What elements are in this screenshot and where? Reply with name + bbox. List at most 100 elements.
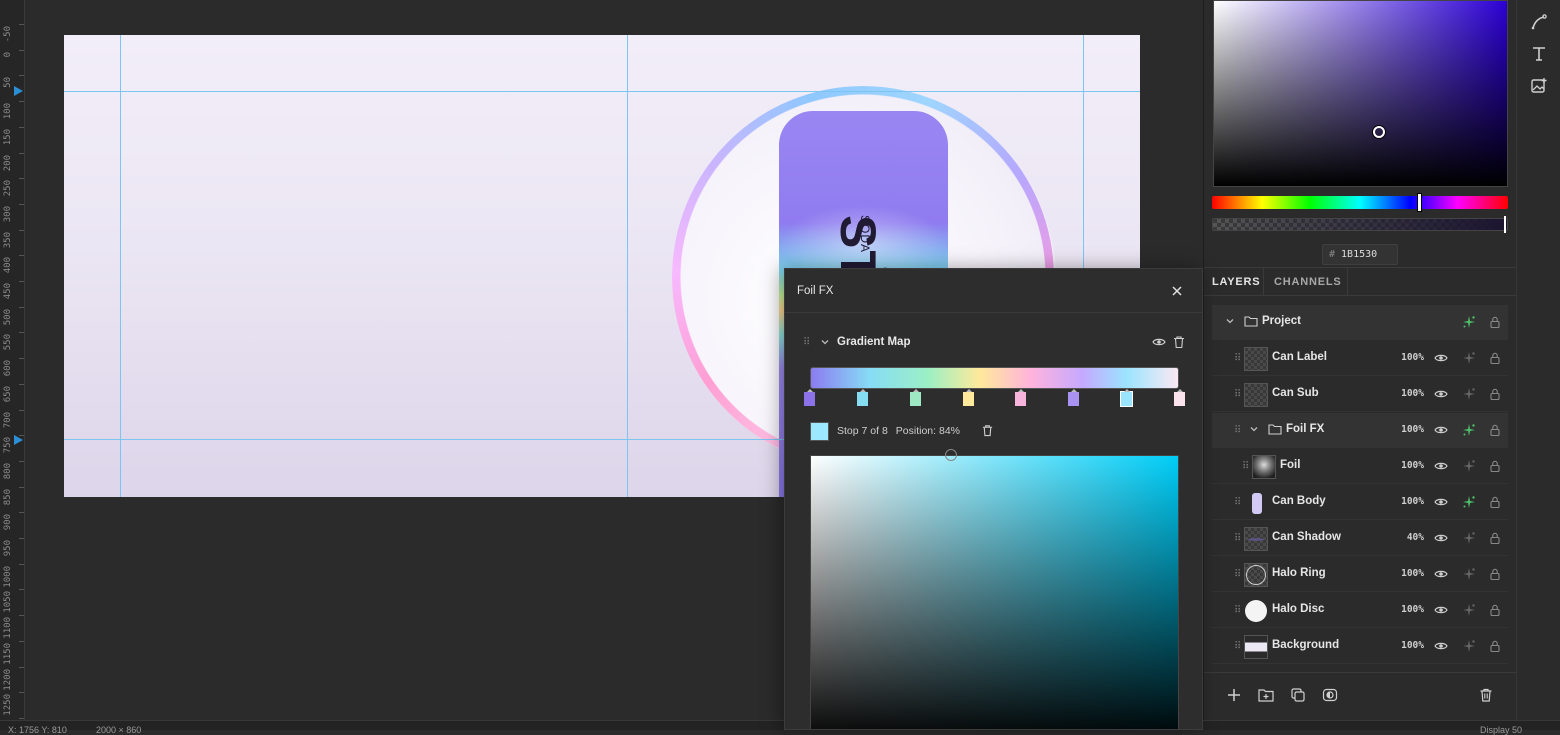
layer-opacity[interactable]: 100% xyxy=(1390,352,1424,363)
fx-icon[interactable] xyxy=(1462,603,1476,617)
chevron-down-icon[interactable] xyxy=(1248,423,1260,435)
drag-handle-icon[interactable]: ⠿ xyxy=(1234,497,1240,508)
drag-handle-icon[interactable]: ⠿ xyxy=(1234,533,1240,544)
layer-opacity[interactable]: 100% xyxy=(1390,460,1424,471)
lock-icon[interactable] xyxy=(1488,351,1502,365)
delete-icon[interactable] xyxy=(1478,687,1494,703)
lock-icon[interactable] xyxy=(1488,531,1502,545)
layer-row-can-sub[interactable]: ⠿ Can Sub 100% xyxy=(1212,377,1508,412)
layer-opacity[interactable]: 100% xyxy=(1390,388,1424,399)
lock-icon[interactable] xyxy=(1488,639,1502,653)
lock-icon[interactable] xyxy=(1488,459,1502,473)
guide-horizontal[interactable] xyxy=(64,91,1140,92)
drag-handle-icon[interactable]: ⠿ xyxy=(1234,425,1240,436)
ruler-guide-marker[interactable] xyxy=(14,86,23,96)
layer-opacity[interactable]: 100% xyxy=(1390,604,1424,615)
close-icon[interactable] xyxy=(1169,283,1185,299)
layer-row-can-body[interactable]: ⠿ Can Body 100% xyxy=(1212,485,1508,520)
eye-icon[interactable] xyxy=(1434,603,1448,617)
eye-icon[interactable] xyxy=(1434,567,1448,581)
duplicate-icon[interactable] xyxy=(1290,687,1306,703)
layer-opacity[interactable]: 40% xyxy=(1390,532,1424,543)
gradient-stop[interactable] xyxy=(1174,392,1185,406)
fx-icon[interactable] xyxy=(1462,459,1476,473)
add-group-icon[interactable] xyxy=(1258,687,1274,703)
lock-icon[interactable] xyxy=(1488,315,1502,329)
lock-icon[interactable] xyxy=(1488,495,1502,509)
layer-opacity[interactable]: 100% xyxy=(1390,424,1424,435)
drag-handle-icon[interactable]: ⠿ xyxy=(803,337,809,349)
gradient-stop[interactable] xyxy=(1068,392,1079,406)
ruler-guide-marker[interactable] xyxy=(14,435,23,445)
vertical-ruler[interactable]: -500501001502002503003504004505005506006… xyxy=(0,0,25,720)
active-stop-swatch[interactable] xyxy=(810,422,829,441)
drag-handle-icon[interactable]: ⠿ xyxy=(1234,353,1240,364)
pen-icon[interactable] xyxy=(1529,12,1549,32)
add-layer-icon[interactable] xyxy=(1226,687,1242,703)
eye-icon[interactable] xyxy=(1434,423,1448,437)
fx-icon[interactable] xyxy=(1462,567,1476,581)
layer-row-can-shadow[interactable]: ⠿ Can Shadow 40% xyxy=(1212,521,1508,556)
drag-handle-icon[interactable]: ⠿ xyxy=(1234,641,1240,652)
gradient-stop[interactable] xyxy=(804,392,815,406)
eye-icon[interactable] xyxy=(1434,531,1448,545)
stop-position[interactable]: Position: 84% xyxy=(896,425,960,437)
drag-handle-icon[interactable]: ⠿ xyxy=(1234,389,1240,400)
layer-opacity[interactable]: 100% xyxy=(1390,640,1424,651)
guide-vertical[interactable] xyxy=(627,35,628,497)
fx-icon[interactable] xyxy=(1462,495,1476,509)
dialog-header[interactable]: Foil FX xyxy=(785,269,1203,313)
lock-icon[interactable] xyxy=(1488,603,1502,617)
gradient-stop[interactable] xyxy=(1121,392,1132,406)
gradient-bar[interactable] xyxy=(810,367,1179,389)
gradient-stop[interactable] xyxy=(1015,392,1026,406)
lock-icon[interactable] xyxy=(1488,423,1502,437)
stop-color-area[interactable] xyxy=(810,455,1179,730)
gradient-stop[interactable] xyxy=(910,392,921,406)
layer-row-halo-disc[interactable]: ⠿ Halo Disc 100% xyxy=(1212,593,1508,628)
drag-handle-icon[interactable]: ⠿ xyxy=(1242,461,1248,472)
layer-opacity[interactable]: 100% xyxy=(1390,496,1424,507)
drag-handle-icon[interactable]: ⠿ xyxy=(1234,605,1240,616)
fx-icon[interactable] xyxy=(1462,351,1476,365)
chevron-down-icon[interactable] xyxy=(1224,315,1236,327)
drag-handle-icon[interactable]: ⠿ xyxy=(1234,569,1240,580)
layer-row-project[interactable]: Project xyxy=(1212,305,1508,340)
fx-icon[interactable] xyxy=(1462,531,1476,545)
eye-icon[interactable] xyxy=(1434,639,1448,653)
layer-opacity[interactable]: 100% xyxy=(1390,568,1424,579)
image-add-icon[interactable] xyxy=(1529,76,1549,96)
lock-icon[interactable] xyxy=(1488,567,1502,581)
mask-icon[interactable] xyxy=(1322,687,1338,703)
gradient-stop[interactable] xyxy=(857,392,868,406)
fx-icon[interactable] xyxy=(1462,387,1476,401)
layer-row-background[interactable]: ⠿ Background 100% xyxy=(1212,629,1508,664)
layer-row-foil-fx[interactable]: ⠿ Foil FX 100% xyxy=(1212,413,1508,448)
tab-channels[interactable]: CHANNELS xyxy=(1264,268,1348,296)
alpha-slider[interactable] xyxy=(1212,218,1508,231)
color-area-cursor[interactable] xyxy=(1373,126,1385,138)
gradient-stop[interactable] xyxy=(963,392,974,406)
layer-row-halo-ring[interactable]: ⠿ Halo Ring 100% xyxy=(1212,557,1508,592)
eye-icon[interactable] xyxy=(1434,459,1448,473)
eye-icon[interactable] xyxy=(1434,495,1448,509)
trash-icon[interactable] xyxy=(981,424,994,437)
guide-vertical[interactable] xyxy=(120,35,121,497)
layer-row-foil[interactable]: ⠿ Foil 100% xyxy=(1212,449,1508,484)
hex-color-input[interactable]: #1B1530 xyxy=(1322,244,1398,265)
text-icon[interactable] xyxy=(1529,44,1549,64)
trash-icon[interactable] xyxy=(1172,335,1186,349)
saturation-value-area[interactable] xyxy=(1213,0,1508,187)
stop-color-cursor[interactable] xyxy=(945,449,957,461)
fx-icon[interactable] xyxy=(1462,315,1476,329)
fx-icon[interactable] xyxy=(1462,639,1476,653)
hue-slider[interactable] xyxy=(1212,196,1508,209)
eye-icon[interactable] xyxy=(1152,335,1166,349)
eye-icon[interactable] xyxy=(1434,351,1448,365)
chevron-down-icon[interactable] xyxy=(819,336,831,348)
lock-icon[interactable] xyxy=(1488,387,1502,401)
layer-row-can-label[interactable]: ⠿ Can Label 100% xyxy=(1212,341,1508,376)
fx-icon[interactable] xyxy=(1462,423,1476,437)
eye-icon[interactable] xyxy=(1434,387,1448,401)
hue-slider-thumb[interactable] xyxy=(1418,194,1421,211)
